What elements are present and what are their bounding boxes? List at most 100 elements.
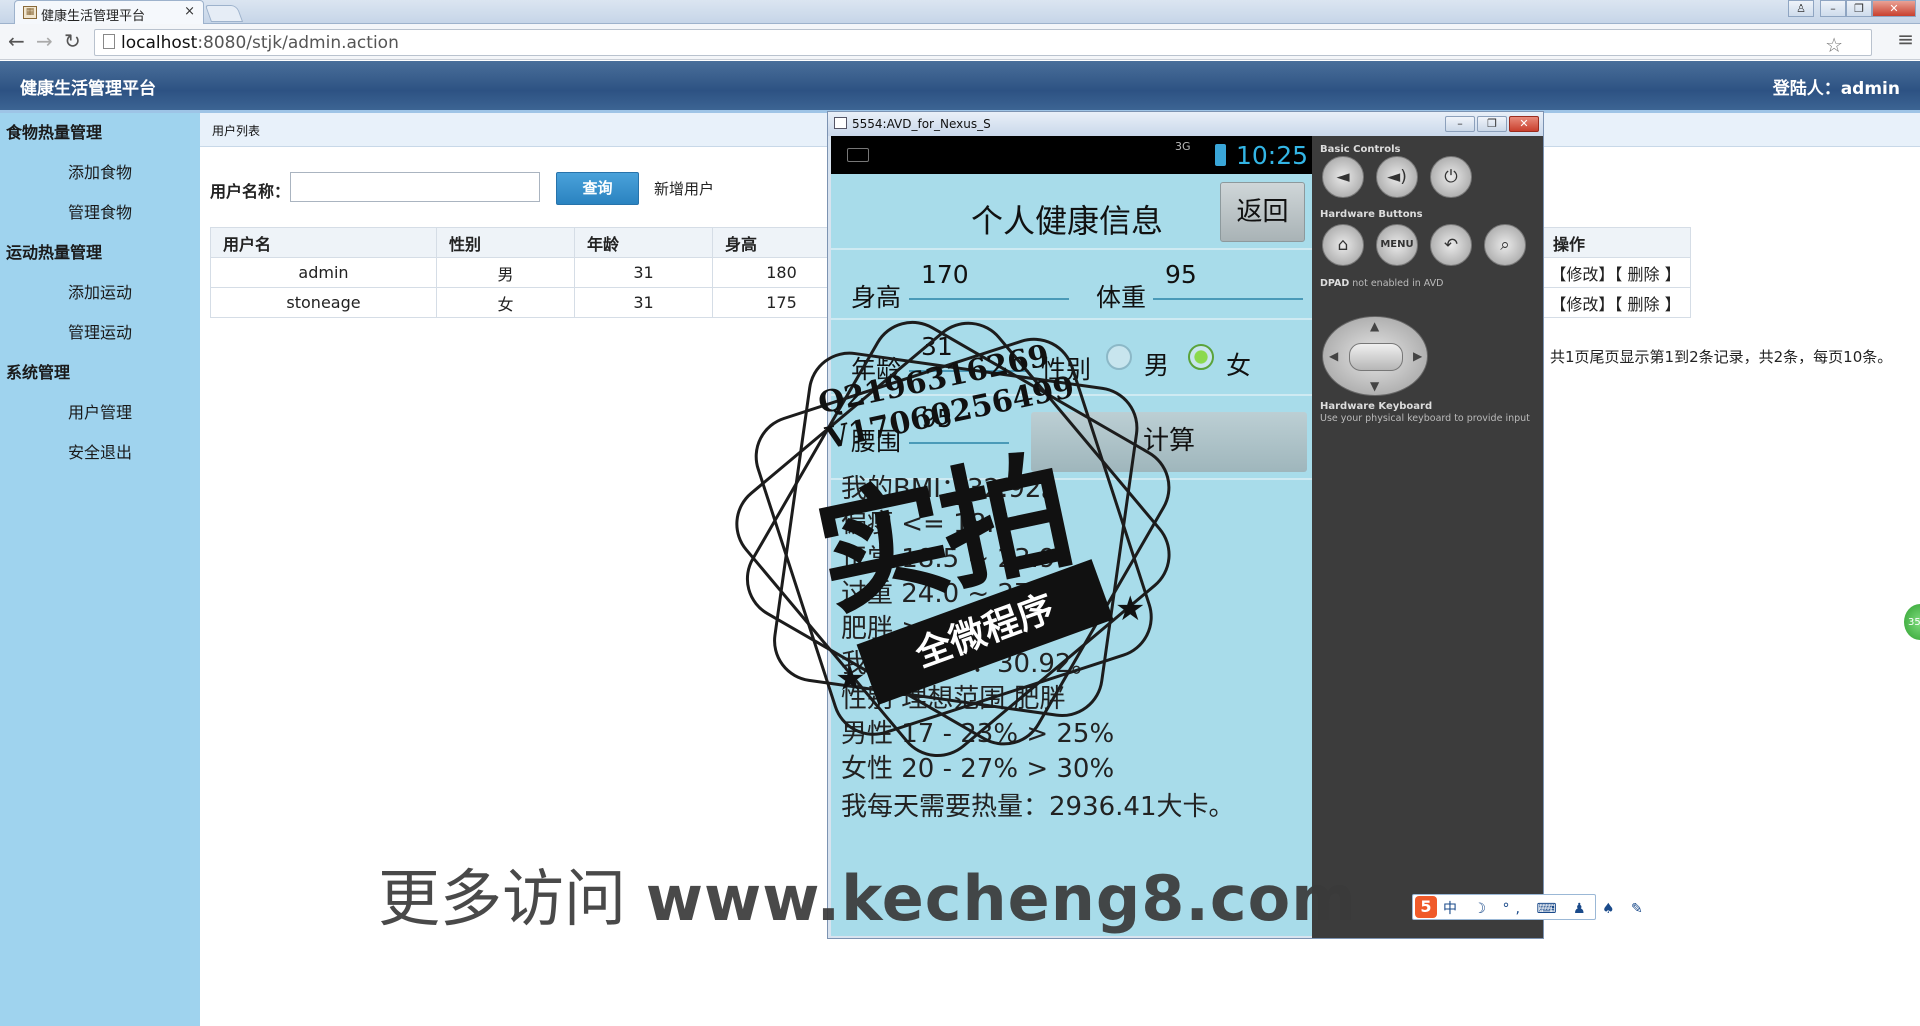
- app-header: 健康生活管理平台 登陆人：admin: [0, 61, 1920, 110]
- dpad-down-icon[interactable]: ▼: [1370, 379, 1379, 393]
- emulator-window: 5554:AVD_for_Nexus_S – ❐ ✕ 3G 10:25 个人健康…: [827, 111, 1544, 939]
- gender-female-radio[interactable]: [1188, 344, 1214, 370]
- sidebar-item-add-food[interactable]: 添加食物: [68, 159, 132, 183]
- delete-link[interactable]: 【 删除 】: [1614, 265, 1680, 284]
- status-time: 10:25: [1236, 141, 1309, 170]
- close-tab-icon[interactable]: ×: [184, 4, 195, 19]
- home-icon[interactable]: ⌂: [1322, 224, 1364, 266]
- dpad-up-icon[interactable]: ▲: [1370, 319, 1379, 333]
- volume-up-icon[interactable]: ◄): [1376, 156, 1418, 198]
- result-normal: 正常 18.5 ~ 23.9: [841, 544, 1056, 574]
- edit-link[interactable]: 【修改】: [1550, 265, 1614, 284]
- height-input[interactable]: 170: [909, 260, 1069, 300]
- emulator-title: 5554:AVD_for_Nexus_S: [852, 117, 991, 131]
- emulator-close-button[interactable]: ✕: [1509, 116, 1539, 132]
- browser-tab[interactable]: ▦ 健康生活管理平台 ×: [14, 0, 204, 24]
- result-male-range: 男性 17 - 23% > 25%: [841, 719, 1115, 749]
- breadcrumb: 用户列表: [212, 124, 261, 138]
- hardware-keyboard-note: Use your physical keyboard to provide in…: [1320, 413, 1530, 424]
- sidebar-item-manage-exercise[interactable]: 管理运动: [68, 319, 132, 343]
- column-header-actions: 操作: [1540, 227, 1691, 258]
- emulator-app-icon: [834, 117, 847, 129]
- dpad-control[interactable]: ▲ ▼ ◀ ▶: [1322, 316, 1428, 396]
- result-bmi: 我的BMI：32.92。: [841, 474, 1068, 504]
- emulator-control-panel: Basic Controls ◄ ◄) ⏻ Hardware Buttons ⌂…: [1312, 136, 1543, 938]
- address-bar[interactable]: localhost:8080/stjk/admin.action ☆: [94, 29, 1872, 57]
- divider: [831, 318, 1312, 320]
- gender-female-label: 女: [1226, 351, 1252, 380]
- reload-icon[interactable]: ↻: [64, 30, 81, 52]
- ime-logo-icon[interactable]: 5: [1415, 896, 1437, 918]
- ime-toolbar[interactable]: 5 中 ☽ °, ⌨ ♟ ♠ ✎: [1412, 894, 1643, 920]
- back-icon[interactable]: ↶: [1430, 224, 1472, 266]
- new-tab-button[interactable]: [204, 5, 244, 22]
- divider: [831, 394, 1312, 396]
- age-input[interactable]: 31: [909, 332, 1029, 372]
- battery-icon: [1215, 144, 1226, 166]
- calculate-button[interactable]: 计算: [1031, 412, 1307, 472]
- back-arrow-icon[interactable]: ←: [8, 30, 25, 52]
- gender-label: 性别: [1041, 355, 1092, 384]
- edit-link[interactable]: 【修改】: [1550, 295, 1614, 314]
- username-search-input[interactable]: [290, 172, 540, 202]
- login-user: 登陆人：admin: [1772, 79, 1900, 99]
- dpad-right-icon[interactable]: ▶: [1413, 349, 1422, 363]
- dpad-note: not enabled in AVD: [1352, 278, 1444, 289]
- bookmark-star-icon[interactable]: ☆: [1825, 33, 1843, 57]
- sidebar-item-manage-food[interactable]: 管理食物: [68, 199, 132, 223]
- browser-toolbar: ← → ↻ localhost:8080/stjk/admin.action ☆…: [0, 24, 1920, 60]
- address-host: localhost: [121, 33, 198, 53]
- hardware-buttons-label: Hardware Buttons: [1320, 209, 1423, 220]
- screen-title: 个人健康信息: [971, 202, 1164, 240]
- network-indicator: 3G: [1175, 140, 1191, 153]
- result-female-range: 女性 20 - 27% > 30%: [841, 754, 1115, 784]
- dpad-title: DPAD: [1320, 278, 1350, 289]
- result-underweight: 偏瘦 <= 18.4: [841, 509, 1011, 539]
- sidebar: 食物热量管理 添加食物 管理食物 运动热量管理 添加运动 管理运动 系统管理 用…: [0, 113, 200, 1026]
- pagination-info: 共1页尾页显示第1到2条记录，共2条，每页10条。: [1550, 348, 1893, 366]
- emulator-minimize-button[interactable]: –: [1445, 116, 1475, 132]
- watermark-url: www.kecheng8.com: [645, 862, 1357, 935]
- back-button[interactable]: 返回: [1220, 182, 1305, 242]
- search-icon[interactable]: ⌕: [1484, 224, 1526, 266]
- cell-age: 31: [574, 287, 713, 318]
- close-window-button[interactable]: ✕: [1872, 0, 1916, 17]
- add-user-link[interactable]: 新增用户: [654, 178, 714, 199]
- cell-username: stoneage: [210, 287, 437, 318]
- power-icon[interactable]: ⏻: [1430, 156, 1472, 198]
- result-obese: 肥胖 >= 28.0: [841, 614, 1011, 644]
- floating-badge[interactable]: 35: [1902, 602, 1920, 642]
- sidebar-group-system[interactable]: 系统管理: [6, 359, 70, 383]
- sidebar-group-exercise[interactable]: 运动热量管理: [6, 239, 102, 263]
- query-button[interactable]: 查询: [556, 172, 639, 205]
- basic-controls-label: Basic Controls: [1320, 144, 1401, 155]
- browser-menu-icon[interactable]: ≡: [1897, 27, 1914, 51]
- sidebar-item-logout[interactable]: 安全退出: [68, 439, 132, 463]
- minimize-button[interactable]: –: [1820, 0, 1846, 17]
- result-daily-calories: 我每天需要热量：2936.41大卡。: [841, 792, 1235, 822]
- gender-male-label: 男: [1144, 351, 1170, 380]
- delete-link[interactable]: 【 删除 】: [1614, 295, 1680, 314]
- forward-arrow-icon[interactable]: →: [36, 30, 53, 52]
- result-overweight: 过重 24.0 ~ 27.9: [841, 579, 1056, 609]
- age-label: 年龄: [851, 355, 902, 384]
- sidebar-item-user-management[interactable]: 用户管理: [68, 399, 132, 423]
- gender-male-radio[interactable]: [1106, 344, 1132, 370]
- user-icon[interactable]: ♙: [1788, 0, 1814, 17]
- search-label: 用户名称：: [210, 182, 291, 201]
- ime-tool-icons[interactable]: 中 ☽ °, ⌨ ♟ ♠ ✎: [1443, 898, 1649, 918]
- column-header-username: 用户名: [210, 227, 437, 258]
- menu-button[interactable]: MENU: [1376, 224, 1418, 266]
- dpad-center-button[interactable]: [1349, 343, 1403, 371]
- restore-button[interactable]: ❐: [1846, 0, 1872, 17]
- weight-input[interactable]: 95: [1153, 260, 1303, 300]
- emulator-restore-button[interactable]: ❐: [1477, 116, 1507, 132]
- waist-input[interactable]: 95: [909, 404, 1009, 444]
- volume-down-icon[interactable]: ◄: [1322, 156, 1364, 198]
- cell-age: 31: [574, 257, 713, 288]
- dpad-left-icon[interactable]: ◀: [1329, 349, 1338, 363]
- sidebar-group-food[interactable]: 食物热量管理: [6, 119, 102, 143]
- sidebar-item-add-exercise[interactable]: 添加运动: [68, 279, 132, 303]
- result-body-fat: 我的体脂率：30.92。: [841, 649, 1098, 679]
- tab-title: 健康生活管理平台: [41, 9, 146, 24]
